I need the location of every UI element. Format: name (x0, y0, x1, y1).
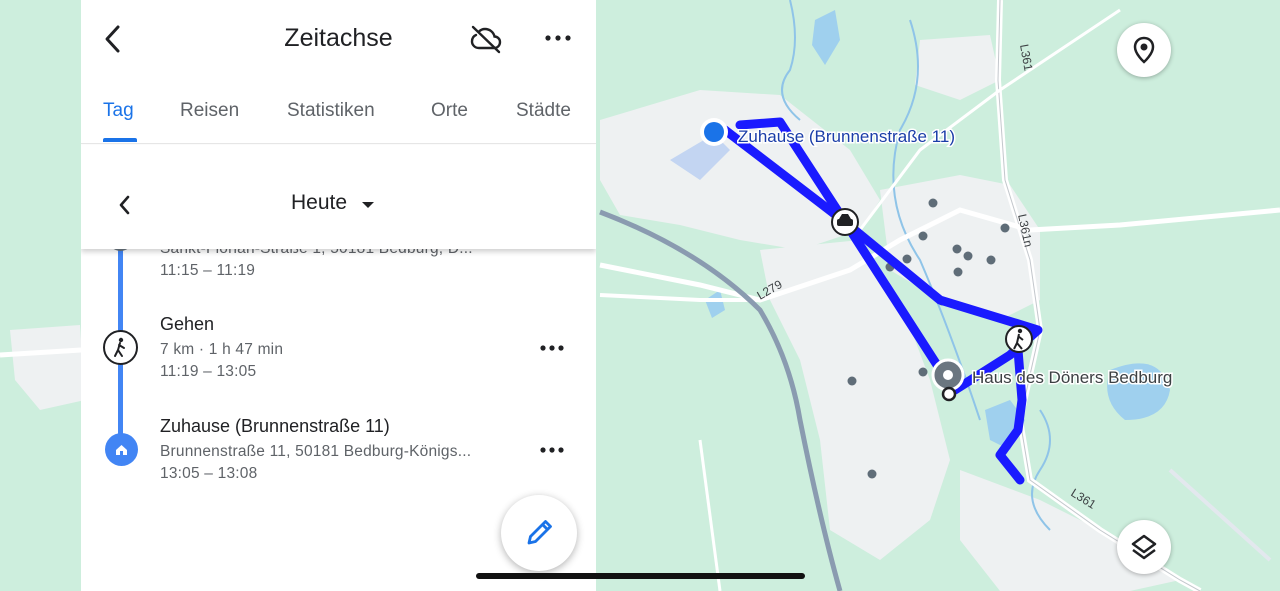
tab-statistiken[interactable]: Statistiken (287, 100, 375, 122)
place-address: Brunnenstraße 11, 50181 Bedburg-Königs..… (160, 443, 472, 460)
activity-time: 11:19 – 13:05 (160, 363, 257, 380)
tab-staedte[interactable]: Städte (516, 100, 571, 122)
place-time: 13:05 – 13:08 (160, 465, 258, 482)
layers-icon (1131, 534, 1157, 560)
place-more-button[interactable] (539, 440, 565, 460)
app-header: Zeitachse (81, 0, 596, 80)
partial-place-time: 11:15 – 11:19 (160, 262, 256, 279)
edit-button[interactable] (501, 495, 577, 571)
date-dropdown[interactable]: Heute (291, 191, 347, 215)
home-indicator[interactable] (476, 573, 805, 579)
home-icon (105, 433, 138, 466)
tab-reisen[interactable]: Reisen (180, 100, 239, 122)
previous-day-button[interactable] (115, 193, 135, 217)
tab-bar: Tag Reisen Statistiken Orte Städte (81, 88, 596, 144)
date-selector: Heute (81, 145, 596, 249)
cloud-off-button[interactable] (469, 24, 503, 54)
active-tab-indicator (103, 138, 137, 142)
activity-details: 7 km · 1 h 47 min (160, 341, 284, 358)
current-location-dot[interactable] (704, 122, 724, 142)
layers-button[interactable] (1117, 520, 1171, 574)
timeline-panel: Sankt-Florian-Straße 1, 50181 Bedburg, D… (81, 0, 596, 591)
activity-title[interactable]: Gehen (160, 314, 214, 335)
walking-icon (103, 330, 138, 365)
page-title: Zeitachse (284, 24, 393, 52)
more-horizontal-icon (540, 345, 564, 351)
cloud-off-icon (470, 25, 502, 54)
place-title[interactable]: Zuhause (Brunnenstraße 11) (160, 416, 390, 437)
home-map-label[interactable]: Zuhause (Brunnenstraße 11) (737, 126, 957, 148)
header-more-button[interactable] (543, 28, 573, 48)
tab-orte[interactable]: Orte (431, 100, 468, 122)
more-horizontal-icon (545, 35, 571, 41)
tab-tag[interactable]: Tag (103, 100, 134, 122)
location-pin-icon (1133, 36, 1155, 64)
pencil-icon (527, 520, 552, 545)
location-button[interactable] (1117, 23, 1171, 77)
car-icon[interactable] (831, 208, 859, 236)
restaurant-map-label[interactable]: Haus des Döners Bedburg (971, 367, 1174, 389)
more-horizontal-icon (540, 447, 564, 453)
activity-more-button[interactable] (539, 338, 565, 358)
chevron-left-icon (119, 195, 130, 215)
walking-map-icon[interactable] (1005, 325, 1033, 353)
caret-down-icon (362, 202, 374, 208)
